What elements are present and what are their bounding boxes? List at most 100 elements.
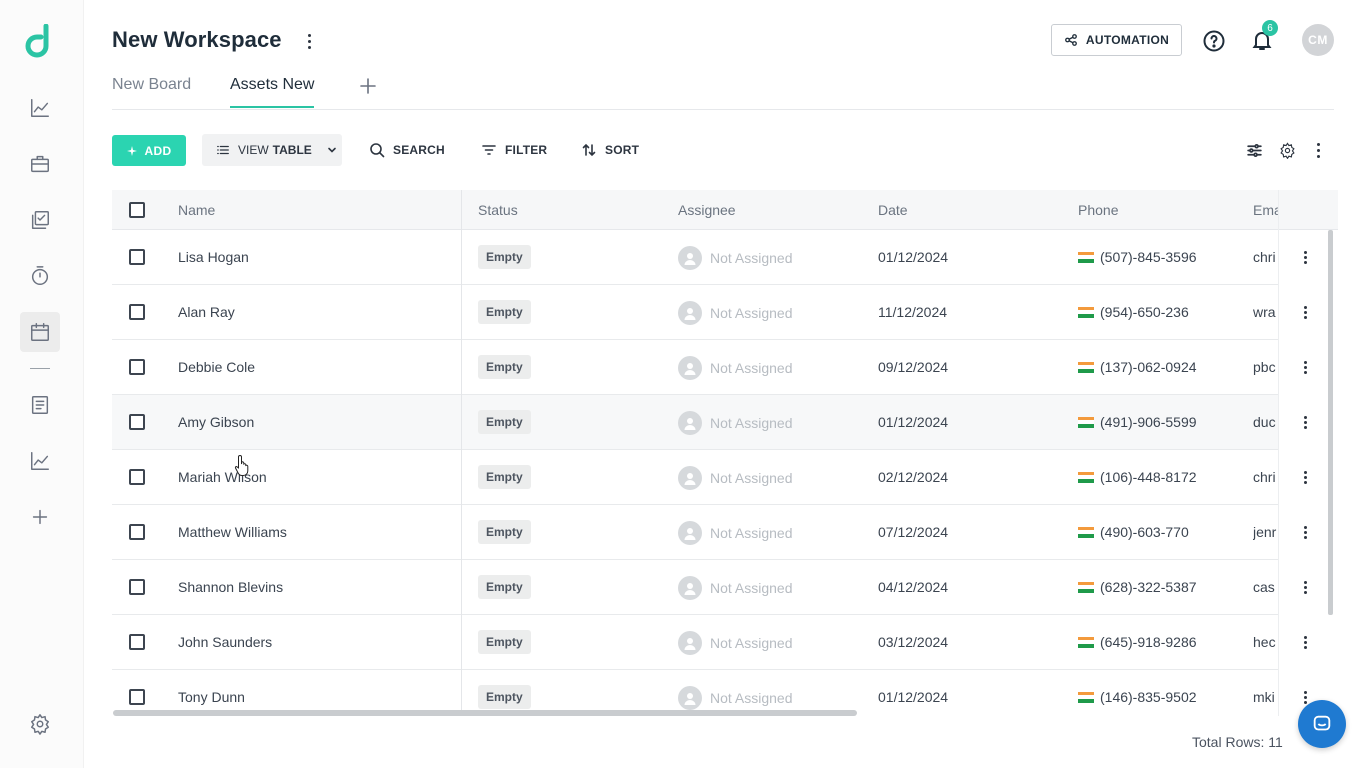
cell-email[interactable]: hec (1253, 634, 1278, 650)
cell-phone[interactable]: (954)-650-236 (1078, 304, 1189, 320)
row-checkbox[interactable] (129, 359, 145, 375)
cell-name[interactable]: Lisa Hogan (178, 249, 249, 265)
row-checkbox[interactable] (129, 689, 145, 705)
status-badge[interactable]: Empty (478, 410, 531, 434)
row-checkbox[interactable] (129, 414, 145, 430)
row-checkbox[interactable] (129, 579, 145, 595)
row-menu-button[interactable] (1300, 414, 1310, 430)
cell-phone[interactable]: (146)-835-9502 (1078, 689, 1197, 705)
cell-date[interactable]: 03/12/2024 (878, 634, 948, 650)
status-badge[interactable]: Empty (478, 355, 531, 379)
horizontal-scrollbar[interactable] (113, 710, 857, 716)
help-icon[interactable] (1202, 29, 1226, 53)
cell-name[interactable]: Debbie Cole (178, 359, 255, 375)
cell-assignee[interactable]: Not Assigned (678, 631, 793, 655)
column-header-phone[interactable]: Phone (1078, 202, 1118, 218)
status-badge[interactable]: Empty (478, 575, 531, 599)
cell-date[interactable]: 09/12/2024 (878, 359, 948, 375)
cell-email[interactable]: jenr (1253, 524, 1278, 540)
row-checkbox[interactable] (129, 249, 145, 265)
cell-email[interactable]: pbc (1253, 359, 1278, 375)
cell-date[interactable]: 11/12/2024 (878, 304, 947, 320)
cell-name[interactable]: Matthew Williams (178, 524, 287, 540)
status-badge[interactable]: Empty (478, 630, 531, 654)
row-menu-button[interactable] (1300, 634, 1310, 650)
cell-phone[interactable]: (106)-448-8172 (1078, 469, 1197, 485)
automation-button[interactable]: AUTOMATION (1051, 24, 1182, 56)
cell-date[interactable]: 01/12/2024 (878, 249, 948, 265)
user-avatar[interactable]: CM (1302, 24, 1334, 56)
row-menu-button[interactable] (1300, 304, 1310, 320)
row-checkbox[interactable] (129, 469, 145, 485)
cell-name[interactable]: Alan Ray (178, 304, 235, 320)
column-header-date[interactable]: Date (878, 202, 908, 218)
status-badge[interactable]: Empty (478, 245, 531, 269)
cell-email[interactable]: wra (1253, 304, 1278, 320)
sidebar-item-documents[interactable] (20, 385, 60, 425)
cell-phone[interactable]: (490)-603-770 (1078, 524, 1189, 540)
status-badge[interactable]: Empty (478, 465, 531, 489)
table-row[interactable]: Lisa Hogan Empty Not Assigned 01/12/2024 (50… (112, 230, 1334, 285)
row-checkbox[interactable] (129, 304, 145, 320)
view-table-dropdown[interactable]: VIEW TABLE (202, 134, 342, 166)
cell-name[interactable]: Amy Gibson (178, 414, 254, 430)
row-menu-button[interactable] (1300, 359, 1310, 375)
cell-assignee[interactable]: Not Assigned (678, 576, 793, 600)
search-button[interactable]: SEARCH (369, 140, 445, 160)
column-settings-button[interactable] (1244, 140, 1264, 160)
cell-assignee[interactable]: Not Assigned (678, 686, 793, 710)
column-header-name[interactable]: Name (178, 202, 215, 218)
add-tab-icon[interactable] (358, 76, 378, 96)
cell-date[interactable]: 01/12/2024 (878, 689, 948, 705)
sidebar-settings-button[interactable] (20, 704, 60, 744)
cell-phone[interactable]: (507)-845-3596 (1078, 249, 1197, 265)
cell-email[interactable]: chri (1253, 249, 1278, 265)
sidebar-add-button[interactable] (20, 497, 60, 537)
sidebar-item-tasks[interactable] (20, 200, 60, 240)
cell-assignee[interactable]: Not Assigned (678, 246, 793, 270)
cell-date[interactable]: 04/12/2024 (878, 579, 948, 595)
sort-button[interactable]: SORT (581, 140, 639, 160)
cell-name[interactable]: Tony Dunn (178, 689, 245, 705)
column-header-status[interactable]: Status (478, 202, 518, 218)
column-header-assignee[interactable]: Assignee (678, 202, 736, 218)
row-checkbox[interactable] (129, 634, 145, 650)
table-row[interactable]: Alan Ray Empty Not Assigned 11/12/2024 (954)… (112, 285, 1334, 340)
cell-phone[interactable]: (645)-918-9286 (1078, 634, 1197, 650)
row-menu-button[interactable] (1300, 469, 1310, 485)
cell-email[interactable]: chri (1253, 469, 1278, 485)
row-menu-button[interactable] (1300, 524, 1310, 540)
sidebar-item-briefcase[interactable] (20, 144, 60, 184)
table-row[interactable]: Debbie Cole Empty Not Assigned 09/12/2024 (1… (112, 340, 1334, 395)
status-badge[interactable]: Empty (478, 520, 531, 544)
board-settings-button[interactable] (1277, 140, 1297, 160)
sidebar-item-calendar[interactable] (20, 312, 60, 352)
cell-email[interactable]: cas (1253, 579, 1278, 595)
more-options-button[interactable] (1308, 140, 1328, 160)
filter-button[interactable]: FILTER (481, 140, 547, 160)
cell-assignee[interactable]: Not Assigned (678, 466, 793, 490)
cell-assignee[interactable]: Not Assigned (678, 411, 793, 435)
row-checkbox[interactable] (129, 524, 145, 540)
tab-assets-new[interactable]: Assets New (230, 76, 315, 108)
tab-new-board[interactable]: New Board (112, 76, 191, 106)
cell-phone[interactable]: (628)-322-5387 (1078, 579, 1197, 595)
table-row[interactable]: Amy Gibson Empty Not Assigned 01/12/2024 (49… (112, 395, 1334, 450)
sidebar-item-timer[interactable] (20, 256, 60, 296)
status-badge[interactable]: Empty (478, 685, 531, 709)
table-row[interactable]: Shannon Blevins Empty Not Assigned 04/12/20… (112, 560, 1334, 615)
cell-email[interactable]: mki (1253, 689, 1278, 705)
add-button[interactable]: ADD (112, 135, 186, 166)
table-row[interactable]: John Saunders Empty Not Assigned 03/12/2024… (112, 615, 1334, 670)
cell-name[interactable]: John Saunders (178, 634, 272, 650)
cell-phone[interactable]: (137)-062-0924 (1078, 359, 1197, 375)
cell-date[interactable]: 07/12/2024 (878, 524, 948, 540)
sidebar-item-reports[interactable] (20, 441, 60, 481)
chat-support-button[interactable] (1298, 700, 1346, 748)
table-row[interactable]: Matthew Williams Empty Not Assigned 07/12/2… (112, 505, 1334, 560)
cell-assignee[interactable]: Not Assigned (678, 301, 793, 325)
cell-assignee[interactable]: Not Assigned (678, 356, 793, 380)
workspace-menu-button[interactable] (300, 30, 318, 52)
cell-assignee[interactable]: Not Assigned (678, 521, 793, 545)
row-menu-button[interactable] (1300, 249, 1310, 265)
